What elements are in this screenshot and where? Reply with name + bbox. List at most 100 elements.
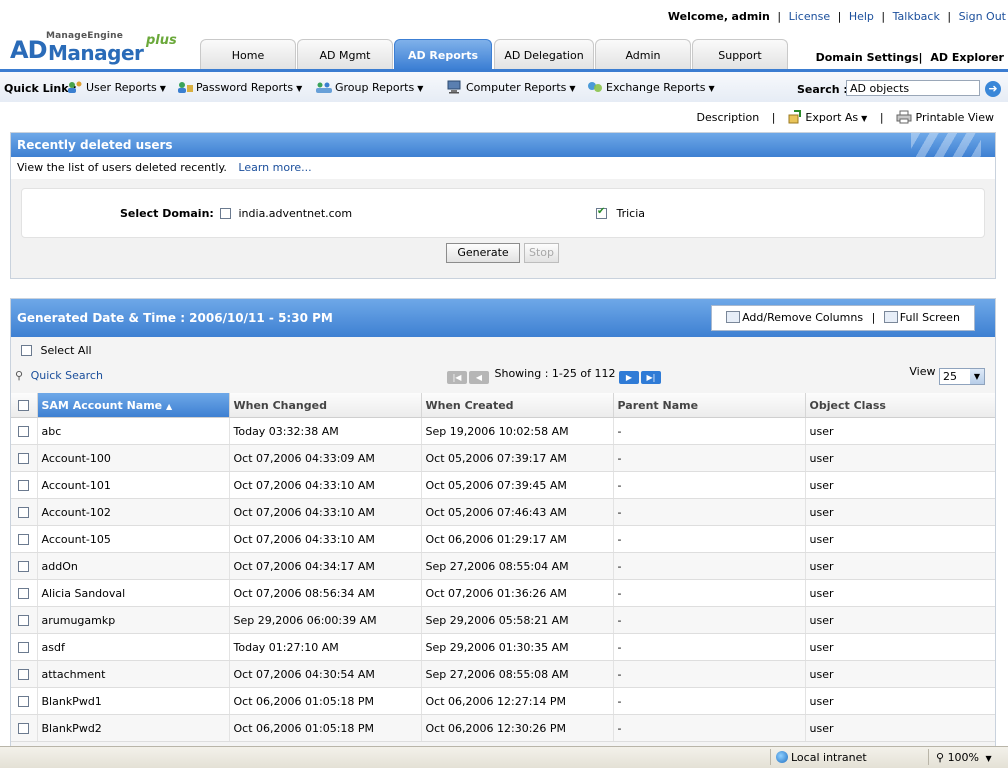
tab-support[interactable]: Support: [692, 39, 788, 69]
row-checkbox[interactable]: [18, 425, 30, 437]
license-link[interactable]: License: [789, 10, 830, 23]
users-icon: [68, 81, 82, 93]
column-when-changed[interactable]: When Changed: [229, 393, 422, 418]
cell-when-changed: Oct 06,2006 01:05:18 PM: [229, 714, 422, 742]
column-sam-account-name[interactable]: SAM Account Name ▲: [37, 393, 230, 418]
table-row[interactable]: addOn Oct 07,2006 04:34:17 AM Sep 27,2006 …: [11, 552, 995, 580]
search-label: Search :: [797, 83, 848, 96]
talkback-link[interactable]: Talkback: [893, 10, 940, 23]
column-when-created[interactable]: When Created: [421, 393, 614, 418]
cell-when-created: Sep 19,2006 10:02:58 AM: [421, 417, 614, 445]
table-row[interactable]: Account-102 Oct 07,2006 04:33:10 AM Oct 05…: [11, 498, 995, 526]
security-zone: Local intranet: [776, 751, 867, 764]
row-checkbox-cell: [11, 444, 38, 472]
chevron-down-icon: ▼: [159, 84, 166, 93]
table-row[interactable]: Account-100 Oct 07,2006 04:33:09 AM Oct 05…: [11, 444, 995, 472]
cell-sam-account-name: Account-105: [37, 525, 230, 553]
full-screen-icon: [883, 311, 898, 323]
row-checkbox[interactable]: [18, 506, 30, 518]
table-row[interactable]: asdf Today 01:27:10 AM Sep 29,2006 01:30:3…: [11, 633, 995, 661]
tab-ad-reports[interactable]: AD Reports: [394, 39, 492, 69]
first-page-icon[interactable]: |◀: [447, 371, 467, 384]
sort-ascending-icon: ▲: [165, 401, 173, 411]
select-all-checkbox[interactable]: [21, 345, 32, 356]
generate-button[interactable]: Generate: [446, 243, 520, 263]
row-checkbox-cell: [11, 471, 38, 499]
table-row[interactable]: abc Today 03:32:38 AM Sep 19,2006 10:02:58…: [11, 417, 995, 445]
exchange-reports-menu[interactable]: Exchange Reports ▼: [586, 80, 715, 94]
ad-explorer-link[interactable]: AD Explorer: [930, 51, 1004, 64]
report-actions: Description | Export As ▼ | Printable Vie…: [696, 110, 994, 124]
table-row[interactable]: BlankPwd1 Oct 06,2006 01:05:18 PM Oct 06,2…: [11, 687, 995, 715]
table-row[interactable]: Account-101 Oct 07,2006 04:33:10 AM Oct 05…: [11, 471, 995, 499]
domain-checkbox[interactable]: [220, 208, 231, 219]
cell-object-class: user: [805, 714, 995, 742]
previous-page-icon[interactable]: ◀: [469, 371, 489, 384]
export-as-menu[interactable]: Export As ▼: [788, 110, 871, 124]
table-row[interactable]: attachment Oct 07,2006 04:30:54 AM Sep 27,…: [11, 660, 995, 688]
page-size-select[interactable]: 25 ▼: [939, 368, 985, 385]
tab-ad-mgmt[interactable]: AD Mgmt: [297, 39, 393, 69]
cell-object-class: user: [805, 579, 995, 607]
row-checkbox[interactable]: [18, 695, 30, 707]
zoom-level[interactable]: ⚲ 100% ▼: [936, 751, 992, 764]
cell-parent-name: -: [613, 714, 806, 742]
row-checkbox[interactable]: [18, 587, 30, 599]
full-screen-button[interactable]: Full Screen: [883, 311, 960, 324]
row-checkbox[interactable]: [18, 533, 30, 545]
quick-search-link[interactable]: ⚲ Quick Search: [15, 369, 103, 382]
row-checkbox[interactable]: [18, 668, 30, 680]
tab-ad-delegation[interactable]: AD Delegation: [494, 39, 594, 69]
domain-option-tricia[interactable]: Tricia: [596, 206, 645, 220]
last-page-icon[interactable]: ▶|: [640, 371, 661, 384]
next-page-icon[interactable]: ▶: [618, 371, 639, 384]
search-go-icon[interactable]: ➜: [985, 81, 1001, 97]
results-table: SAM Account Name ▲ When Changed When Cre…: [11, 393, 995, 742]
cell-sam-account-name: addOn: [37, 552, 230, 580]
sign-out-link[interactable]: Sign Out: [959, 10, 1006, 23]
admanager-logo[interactable]: ManageEngine AD Manager plus: [8, 30, 188, 66]
tab-admin[interactable]: Admin: [595, 39, 691, 69]
column-parent-name[interactable]: Parent Name: [613, 393, 806, 418]
cell-when-changed: Oct 07,2006 04:33:10 AM: [229, 525, 422, 553]
select-domain-label: Select Domain:: [120, 207, 214, 220]
description-link[interactable]: Description: [697, 111, 760, 124]
cell-parent-name: -: [613, 552, 806, 580]
cell-parent-name: -: [613, 579, 806, 607]
table-row[interactable]: BlankPwd2 Oct 06,2006 01:05:18 PM Oct 06,2…: [11, 714, 995, 742]
table-row[interactable]: Alicia Sandoval Oct 07,2006 08:56:34 AM Oc…: [11, 579, 995, 607]
header-checkbox[interactable]: [18, 399, 30, 411]
row-checkbox-cell: [11, 498, 38, 526]
domain-settings-link[interactable]: Domain Settings: [816, 51, 919, 64]
cell-when-changed: Oct 07,2006 08:56:34 AM: [229, 579, 422, 607]
cell-object-class: user: [805, 606, 995, 634]
row-checkbox[interactable]: [18, 641, 30, 653]
column-object-class[interactable]: Object Class: [805, 393, 995, 418]
printable-view-link[interactable]: Printable View: [896, 110, 994, 124]
table-row[interactable]: arumugamkp Sep 29,2006 06:00:39 AM Sep 29,…: [11, 606, 995, 634]
user-reports-menu[interactable]: User Reports ▼: [66, 80, 166, 94]
browser-status-bar: Local intranet ⚲ 100% ▼: [0, 746, 1008, 768]
logo-plus: plus: [146, 33, 177, 48]
table-row[interactable]: Account-105 Oct 07,2006 04:33:10 AM Oct 06…: [11, 525, 995, 553]
row-checkbox[interactable]: [18, 452, 30, 464]
tab-home[interactable]: Home: [200, 39, 296, 69]
group-reports-menu[interactable]: Group Reports ▼: [315, 80, 423, 94]
password-reports-menu[interactable]: Password Reports ▼: [176, 80, 302, 94]
cell-parent-name: -: [613, 417, 806, 445]
select-all[interactable]: Select All: [21, 344, 92, 357]
learn-more-link[interactable]: Learn more...: [238, 161, 311, 174]
stop-button[interactable]: Stop: [524, 243, 559, 263]
row-checkbox[interactable]: [18, 560, 30, 572]
row-checkbox[interactable]: [18, 614, 30, 626]
search-input[interactable]: [846, 80, 980, 96]
domain-option-india[interactable]: india.adventnet.com: [220, 207, 352, 220]
row-checkbox[interactable]: [18, 722, 30, 734]
computer-reports-menu[interactable]: Computer Reports ▼: [446, 80, 576, 94]
add-remove-columns-button[interactable]: Add/Remove Columns: [726, 311, 863, 324]
cell-when-changed: Oct 07,2006 04:33:10 AM: [229, 471, 422, 499]
row-checkbox[interactable]: [18, 479, 30, 491]
cell-object-class: user: [805, 633, 995, 661]
domain-checkbox[interactable]: [596, 206, 607, 219]
help-link[interactable]: Help: [849, 10, 874, 23]
